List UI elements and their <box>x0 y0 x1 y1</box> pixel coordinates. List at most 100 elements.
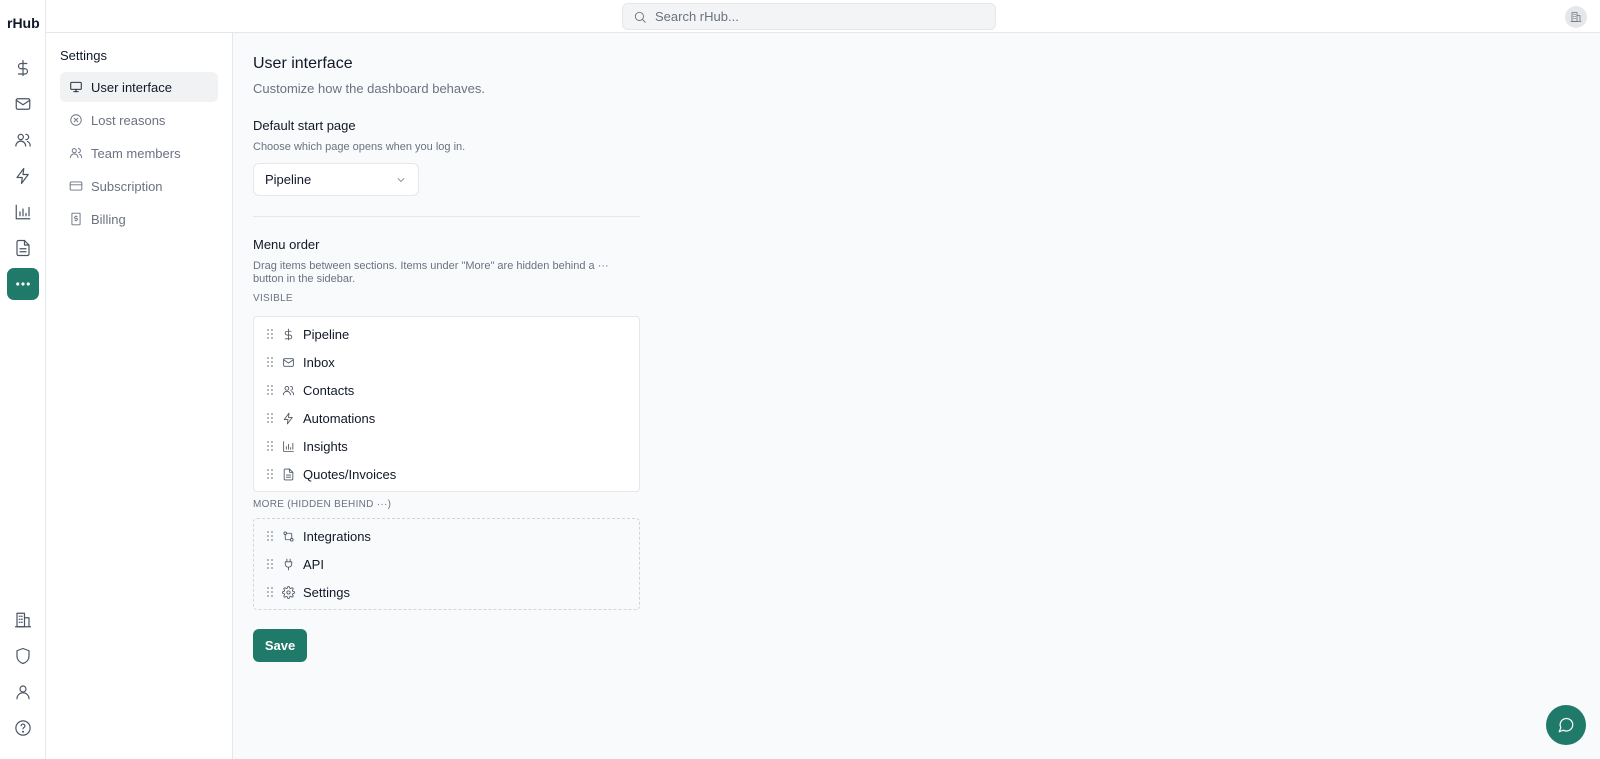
chat-widget-button[interactable] <box>1546 705 1586 745</box>
nav-automations-button[interactable] <box>7 160 39 192</box>
drag-handle-icon[interactable] <box>266 356 274 368</box>
users-icon <box>14 131 32 149</box>
mail-icon <box>282 356 295 369</box>
menu-item-quotes-invoices[interactable]: Quotes/Invoices <box>266 460 626 488</box>
credit-card-icon <box>69 179 83 193</box>
settings-item-label: Team members <box>91 145 181 161</box>
menu-item-api[interactable]: API <box>266 550 626 578</box>
users-icon <box>282 384 295 397</box>
zap-icon <box>282 412 295 425</box>
zap-icon <box>14 167 32 185</box>
visible-menu-list: Pipeline Inbox Contacts Automations Insi… <box>253 316 640 492</box>
menu-item-inbox[interactable]: Inbox <box>266 348 626 376</box>
plug-icon <box>282 558 295 571</box>
menu-item-integrations[interactable]: Integrations <box>266 522 626 550</box>
menu-item-pipeline[interactable]: Pipeline <box>266 320 626 348</box>
help-icon <box>14 719 32 737</box>
drag-handle-icon[interactable] <box>266 384 274 396</box>
search-box[interactable] <box>622 3 996 30</box>
settings-item-subscription[interactable]: Subscription <box>60 171 218 201</box>
gear-icon <box>282 586 295 599</box>
visible-section-label: VISIBLE <box>253 293 293 304</box>
menu-item-automations[interactable]: Automations <box>266 404 626 432</box>
nav-help-button[interactable] <box>7 712 39 744</box>
drag-handle-icon[interactable] <box>266 328 274 340</box>
page-title: User interface <box>253 55 353 72</box>
start-page-value: Pipeline <box>265 172 312 187</box>
dollar-icon <box>14 59 32 77</box>
settings-item-label: User interface <box>91 79 172 95</box>
nav-quotes-button[interactable] <box>7 232 39 264</box>
monitor-icon <box>69 80 83 94</box>
more-section-label: MORE (HIDDEN BEHIND ···) <box>253 499 392 510</box>
nav-contacts-button[interactable] <box>7 124 39 156</box>
icon-rail: rHub <box>0 0 46 759</box>
save-button[interactable]: Save <box>253 629 307 662</box>
settings-item-label: Subscription <box>91 178 163 194</box>
menu-item-label: Inbox <box>303 354 335 370</box>
nav-inbox-button[interactable] <box>7 88 39 120</box>
dollar-icon <box>282 328 295 341</box>
drag-handle-icon[interactable] <box>266 530 274 542</box>
menu-item-settings[interactable]: Settings <box>266 578 626 606</box>
shield-icon <box>14 647 32 665</box>
nav-insights-button[interactable] <box>7 196 39 228</box>
settings-item-lost-reasons[interactable]: Lost reasons <box>60 105 218 135</box>
brand-logo[interactable]: rHub <box>7 15 40 31</box>
nav-profile-button[interactable] <box>7 676 39 708</box>
nav-security-button[interactable] <box>7 640 39 672</box>
start-page-select[interactable]: Pipeline <box>253 163 419 196</box>
drag-handle-icon[interactable] <box>266 586 274 598</box>
file-icon <box>14 239 32 257</box>
search-icon <box>633 10 647 24</box>
x-circle-icon <box>69 113 83 127</box>
building-icon <box>1570 11 1582 23</box>
menu-item-contacts[interactable]: Contacts <box>266 376 626 404</box>
section-divider <box>253 216 640 217</box>
menu-item-label: API <box>303 556 324 572</box>
more-menu-list: Integrations API Settings <box>253 518 640 610</box>
settings-item-user-interface[interactable]: User interface <box>60 72 218 102</box>
drag-handle-icon[interactable] <box>266 440 274 452</box>
settings-item-label: Billing <box>91 211 126 227</box>
menu-item-label: Settings <box>303 584 350 600</box>
search-input[interactable] <box>655 9 955 24</box>
building-icon <box>14 611 32 629</box>
receipt-icon <box>69 212 83 226</box>
start-page-heading: Default start page <box>253 118 356 133</box>
menu-item-label: Pipeline <box>303 326 350 342</box>
settings-item-label: Lost reasons <box>91 112 166 128</box>
menu-item-insights[interactable]: Insights <box>266 432 626 460</box>
file-icon <box>282 468 295 481</box>
chart-icon <box>14 203 32 221</box>
settings-title: Settings <box>60 48 107 63</box>
integrations-icon <box>282 530 295 543</box>
start-page-hint: Choose which page opens when you log in. <box>253 141 466 153</box>
top-bar <box>46 0 1600 33</box>
drag-handle-icon[interactable] <box>266 412 274 424</box>
menu-item-label: Contacts <box>303 382 355 398</box>
user-icon <box>14 683 32 701</box>
menu-item-label: Insights <box>303 438 348 454</box>
settings-item-billing[interactable]: Billing <box>60 204 218 234</box>
drag-handle-icon[interactable] <box>266 558 274 570</box>
more-icon <box>14 275 32 293</box>
mail-icon <box>14 95 32 113</box>
page-subtitle: Customize how the dashboard behaves. <box>253 81 485 96</box>
settings-item-team-members[interactable]: Team members <box>60 138 218 168</box>
menu-order-heading: Menu order <box>253 237 320 252</box>
menu-order-hint: Drag items between sections. Items under… <box>253 260 609 285</box>
nav-pipeline-button[interactable] <box>7 52 39 84</box>
menu-item-label: Integrations <box>303 528 371 544</box>
menu-item-label: Automations <box>303 410 376 426</box>
chevron-down-icon <box>395 174 407 186</box>
nav-more-button[interactable] <box>7 268 39 300</box>
drag-handle-icon[interactable] <box>266 468 274 480</box>
chat-bubble-icon <box>1557 716 1575 734</box>
company-avatar[interactable] <box>1565 6 1587 28</box>
menu-item-label: Quotes/Invoices <box>303 466 397 482</box>
settings-sidebar: Settings User interface Lost reasons Tea… <box>46 33 233 759</box>
users-icon <box>69 146 83 160</box>
nav-company-button[interactable] <box>7 604 39 636</box>
chart-icon <box>282 440 295 453</box>
